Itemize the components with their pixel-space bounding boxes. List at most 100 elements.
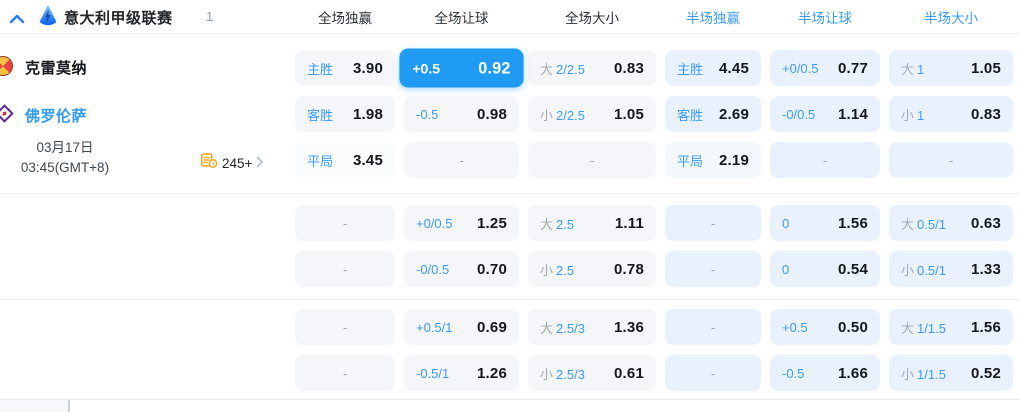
odds-label: 客胜 [677, 107, 704, 123]
over-under-prefix: 大 [901, 61, 915, 77]
odds-label: 小 2.5 [540, 262, 575, 278]
odds-cell[interactable]: 小 1/1.5 0.52 [889, 355, 1013, 391]
odds-cell-empty: - [770, 142, 880, 178]
odds-cell[interactable]: 小 2.5 0.78 [528, 251, 656, 287]
col-header-full-handicap: 全场让球 [434, 11, 489, 26]
odds-label: -0.5 [782, 365, 805, 381]
odds-panel: 意大利甲级联赛 1 全场独赢 全场让球 全场大小 半场独赢 半场让球 半场大小 … [0, 0, 1020, 412]
odds-label: 大 2.5/3 [540, 320, 585, 336]
match-date: 03月17日 [36, 140, 94, 155]
over-under-prefix: 小 [540, 262, 554, 278]
odds-cell[interactable]: 大 1/1.5 1.56 [889, 309, 1013, 345]
odds-cell[interactable]: 小 0.5/1 1.33 [889, 251, 1013, 287]
odds-label: +0.5/1 [416, 319, 453, 335]
odds-cell[interactable]: +0.5 0.50 [770, 309, 880, 345]
odds-cell[interactable]: 0 1.56 [770, 205, 880, 241]
home-team-badge-icon [0, 56, 13, 76]
odds-cell[interactable]: 主胜 3.90 [295, 50, 395, 86]
odds-cell[interactable]: 大 0.5/1 0.63 [889, 205, 1013, 241]
odds-cell[interactable]: 0 0.54 [770, 251, 880, 287]
odds-label: 小 2/2.5 [540, 107, 585, 123]
odds-label: 平局 [307, 153, 334, 169]
odds-value: 3.45 [353, 151, 383, 169]
home-team-row: 克雷莫纳 [0, 55, 290, 79]
odds-value: 1.33 [971, 260, 1001, 278]
odds-cell-empty: - [295, 355, 395, 391]
odds-cell[interactable]: 小 2.5/3 0.61 [528, 355, 656, 391]
odds-value: 0.63 [971, 214, 1001, 232]
odds-cell-empty: - [665, 251, 761, 287]
markets-count: 245+ [222, 156, 253, 171]
odds-cell[interactable]: 大 2.5 1.11 [528, 205, 656, 241]
odds-cell[interactable]: 客胜 2.69 [665, 96, 761, 132]
over-under-prefix: 大 [540, 61, 554, 77]
odds-label: +0.5 [412, 59, 441, 77]
league-logo-icon [38, 4, 58, 34]
odds-value: 1.14 [838, 105, 868, 123]
odds-cell[interactable]: -0.5 1.66 [770, 355, 880, 391]
odds-value: 1.66 [838, 364, 868, 382]
odds-cell[interactable]: +0.5 0.92 [399, 48, 524, 88]
odds-value: 0.83 [614, 59, 644, 77]
odds-cell-empty: - [404, 142, 519, 178]
chevron-up-icon[interactable] [9, 11, 25, 29]
odds-value: 0.54 [838, 260, 868, 278]
coins-icon [201, 153, 218, 174]
odds-cell[interactable]: 大 1 1.05 [889, 50, 1013, 86]
odds-cell[interactable]: 平局 3.45 [295, 142, 395, 178]
odds-value: 1.56 [838, 214, 868, 232]
odds-value: 3.90 [353, 59, 383, 77]
odds-cell[interactable]: -0/0.5 1.14 [770, 96, 880, 132]
league-name: 意大利甲级联赛 [64, 10, 173, 27]
odds-value: 0.50 [838, 318, 868, 336]
odds-cell[interactable]: -0/0.5 0.70 [404, 251, 519, 287]
odds-cell[interactable]: 平局 2.19 [665, 142, 761, 178]
over-under-prefix: 大 [540, 320, 554, 336]
odds-value: 1.56 [971, 318, 1001, 336]
odds-cell[interactable]: +0/0.5 1.25 [404, 205, 519, 241]
odds-value: 1.25 [477, 214, 507, 232]
over-under-prefix: 小 [901, 107, 915, 123]
odds-cell[interactable]: -0.5 0.98 [404, 96, 519, 132]
odds-cell-empty: - [295, 309, 395, 345]
home-team-name[interactable]: 克雷莫纳 [25, 57, 87, 78]
odds-label: +0.5 [782, 319, 808, 335]
league-header: 意大利甲级联赛 1 全场独赢 全场让球 全场大小 半场独赢 半场让球 半场大小 [0, 0, 1020, 34]
odds-label: 大 2.5 [540, 216, 575, 232]
odds-cell[interactable]: +0/0.5 0.77 [770, 50, 880, 86]
odds-label: 大 1/1.5 [901, 320, 946, 336]
odds-value: 0.92 [478, 58, 511, 78]
odds-label: 小 1/1.5 [901, 366, 946, 382]
over-under-prefix: 小 [540, 366, 554, 382]
more-markets-link[interactable]: 245+ [201, 153, 264, 174]
chevron-right-icon [256, 155, 264, 173]
odds-label: 0 [782, 261, 790, 277]
odds-cell[interactable]: 大 2.5/3 1.36 [528, 309, 656, 345]
away-team-name[interactable]: 佛罗伦萨 [25, 105, 87, 126]
away-team-badge-icon [0, 104, 14, 123]
odds-cell[interactable]: 小 2/2.5 1.05 [528, 96, 656, 132]
odds-cell[interactable]: 大 2/2.5 0.83 [528, 50, 656, 86]
away-team-row: 佛罗伦萨 [0, 103, 290, 127]
odds-cell[interactable]: +0.5/1 0.69 [404, 309, 519, 345]
odds-cell[interactable]: 客胜 1.98 [295, 96, 395, 132]
odds-label: -0/0.5 [782, 106, 816, 122]
odds-cell-empty: - [665, 355, 761, 391]
over-under-prefix: 小 [901, 262, 915, 278]
odds-value: 1.05 [971, 59, 1001, 77]
odds-label: 主胜 [307, 61, 334, 77]
odds-cell[interactable]: 小 1 0.83 [889, 96, 1013, 132]
odds-label: +0/0.5 [416, 215, 453, 231]
odds-cell[interactable]: 主胜 4.45 [665, 50, 761, 86]
odds-label: 大1 [901, 61, 925, 77]
odds-cell-empty: - [665, 309, 761, 345]
odds-value: 0.83 [971, 105, 1001, 123]
odds-label: 大 0.5/1 [901, 216, 946, 232]
next-section-edge [0, 400, 1020, 412]
over-under-prefix: 小 [540, 107, 554, 123]
over-under-prefix: 大 [901, 320, 915, 336]
odds-label: 0 [782, 215, 790, 231]
col-header-half-overunder: 半场大小 [924, 11, 978, 26]
odds-cell[interactable]: -0.5/1 1.26 [404, 355, 519, 391]
column-headers: 全场独赢 全场让球 全场大小 半场独赢 半场让球 半场大小 [295, 0, 1013, 34]
